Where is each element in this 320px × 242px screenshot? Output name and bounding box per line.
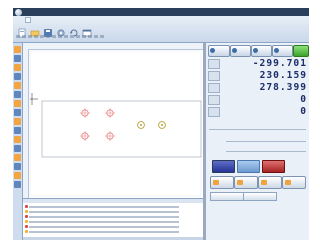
list-item[interactable] <box>25 220 179 224</box>
tool-icon[interactable] <box>14 163 21 170</box>
tool-icon[interactable] <box>14 46 21 53</box>
app-window: -299.701 230.159 278.399 0 0 <box>13 8 309 240</box>
ribbon-button-6[interactable] <box>82 23 92 37</box>
canvas-border <box>29 50 202 197</box>
tool-icon <box>285 180 291 185</box>
dro-axis-icon-a <box>208 95 220 105</box>
dro-z-value: 278.399 <box>259 82 307 93</box>
dro-axis-icon-z <box>208 83 220 93</box>
dro-axis-icon-b <box>208 107 220 117</box>
slider-track[interactable] <box>226 151 306 152</box>
list-header <box>23 199 203 203</box>
machine-control-panel: -299.701 230.159 278.399 0 0 <box>206 43 309 240</box>
hole-feature[interactable] <box>80 131 90 141</box>
tool-icon[interactable] <box>14 118 21 125</box>
divider <box>209 129 306 130</box>
left-toolbar <box>13 43 23 240</box>
list-item[interactable] <box>25 210 179 214</box>
status-icon <box>25 210 28 213</box>
list-item[interactable] <box>25 205 179 209</box>
ribbon-button-4[interactable] <box>56 23 66 37</box>
part-drawing <box>29 50 202 197</box>
tool-icon[interactable] <box>14 109 21 116</box>
dro-x-value: -299.701 <box>252 58 307 69</box>
axis-button-2[interactable] <box>230 45 251 57</box>
panel-tab-3[interactable] <box>276 192 306 201</box>
function-button-3[interactable] <box>258 176 282 189</box>
status-icon <box>25 225 28 228</box>
title-bar <box>13 8 309 16</box>
go-button[interactable] <box>293 45 309 57</box>
status-icon <box>25 205 28 208</box>
function-button-2[interactable] <box>234 176 258 189</box>
slider-track[interactable] <box>226 141 306 142</box>
tool-icon <box>213 180 219 185</box>
tool-icon[interactable] <box>14 55 21 62</box>
status-bar <box>23 237 203 240</box>
dro-y-value: 230.159 <box>259 70 307 81</box>
axis-button-1[interactable] <box>208 45 230 57</box>
application-menu-button[interactable] <box>15 9 22 16</box>
hole-feature[interactable] <box>80 108 90 118</box>
hole-feature-selected[interactable] <box>137 121 145 129</box>
axis-icon <box>232 48 237 53</box>
status-icon <box>25 220 28 223</box>
dro-axis-icon-x <box>208 59 220 69</box>
hole-feature-selected[interactable] <box>158 121 166 129</box>
tool-icon[interactable] <box>14 181 21 188</box>
axis-icon <box>210 48 215 53</box>
tool-icon[interactable] <box>14 154 21 161</box>
stop-button[interactable] <box>262 160 285 173</box>
ribbon-button-1[interactable] <box>17 23 27 38</box>
tool-icon[interactable] <box>14 91 21 98</box>
start-button[interactable] <box>212 160 235 173</box>
operation-list <box>23 198 203 240</box>
list-item[interactable] <box>25 225 179 229</box>
status-icon <box>25 215 28 218</box>
pause-button[interactable] <box>237 160 260 173</box>
tool-icon[interactable] <box>14 127 21 134</box>
tool-icon[interactable] <box>14 136 21 143</box>
list-item[interactable] <box>25 215 179 219</box>
tool-icon[interactable] <box>14 100 21 107</box>
workpiece-outline <box>41 100 202 158</box>
tool-icon[interactable] <box>14 82 21 89</box>
hole-feature[interactable] <box>105 131 115 141</box>
dro-axis-icon-y <box>208 71 220 81</box>
axis-icon <box>274 48 279 53</box>
ribbon-button-5[interactable] <box>69 23 79 37</box>
tool-icon <box>237 180 243 185</box>
drawing-canvas[interactable] <box>23 43 203 198</box>
tool-icon[interactable] <box>14 64 21 71</box>
axis-button-3[interactable] <box>251 45 272 57</box>
panel-tab-2[interactable] <box>243 192 277 201</box>
tool-icon <box>261 180 267 185</box>
ribbon-group-labels <box>16 35 106 38</box>
ribbon-button-3[interactable] <box>43 23 53 37</box>
function-button-4[interactable] <box>282 176 306 189</box>
ribbon-button-2[interactable] <box>30 23 40 37</box>
tool-icon[interactable] <box>14 73 21 80</box>
axis-icon <box>253 48 258 53</box>
status-icon <box>25 230 28 233</box>
panel-tab-1[interactable] <box>210 192 244 201</box>
function-button-1[interactable] <box>210 176 234 189</box>
dro-a-value: 0 <box>300 94 307 105</box>
tool-icon[interactable] <box>14 145 21 152</box>
hole-feature[interactable] <box>105 108 115 118</box>
axis-button-4[interactable] <box>272 45 293 57</box>
tool-icon[interactable] <box>14 172 21 179</box>
ribbon <box>13 16 309 43</box>
dro-b-value: 0 <box>300 106 307 117</box>
list-item[interactable] <box>25 230 179 234</box>
